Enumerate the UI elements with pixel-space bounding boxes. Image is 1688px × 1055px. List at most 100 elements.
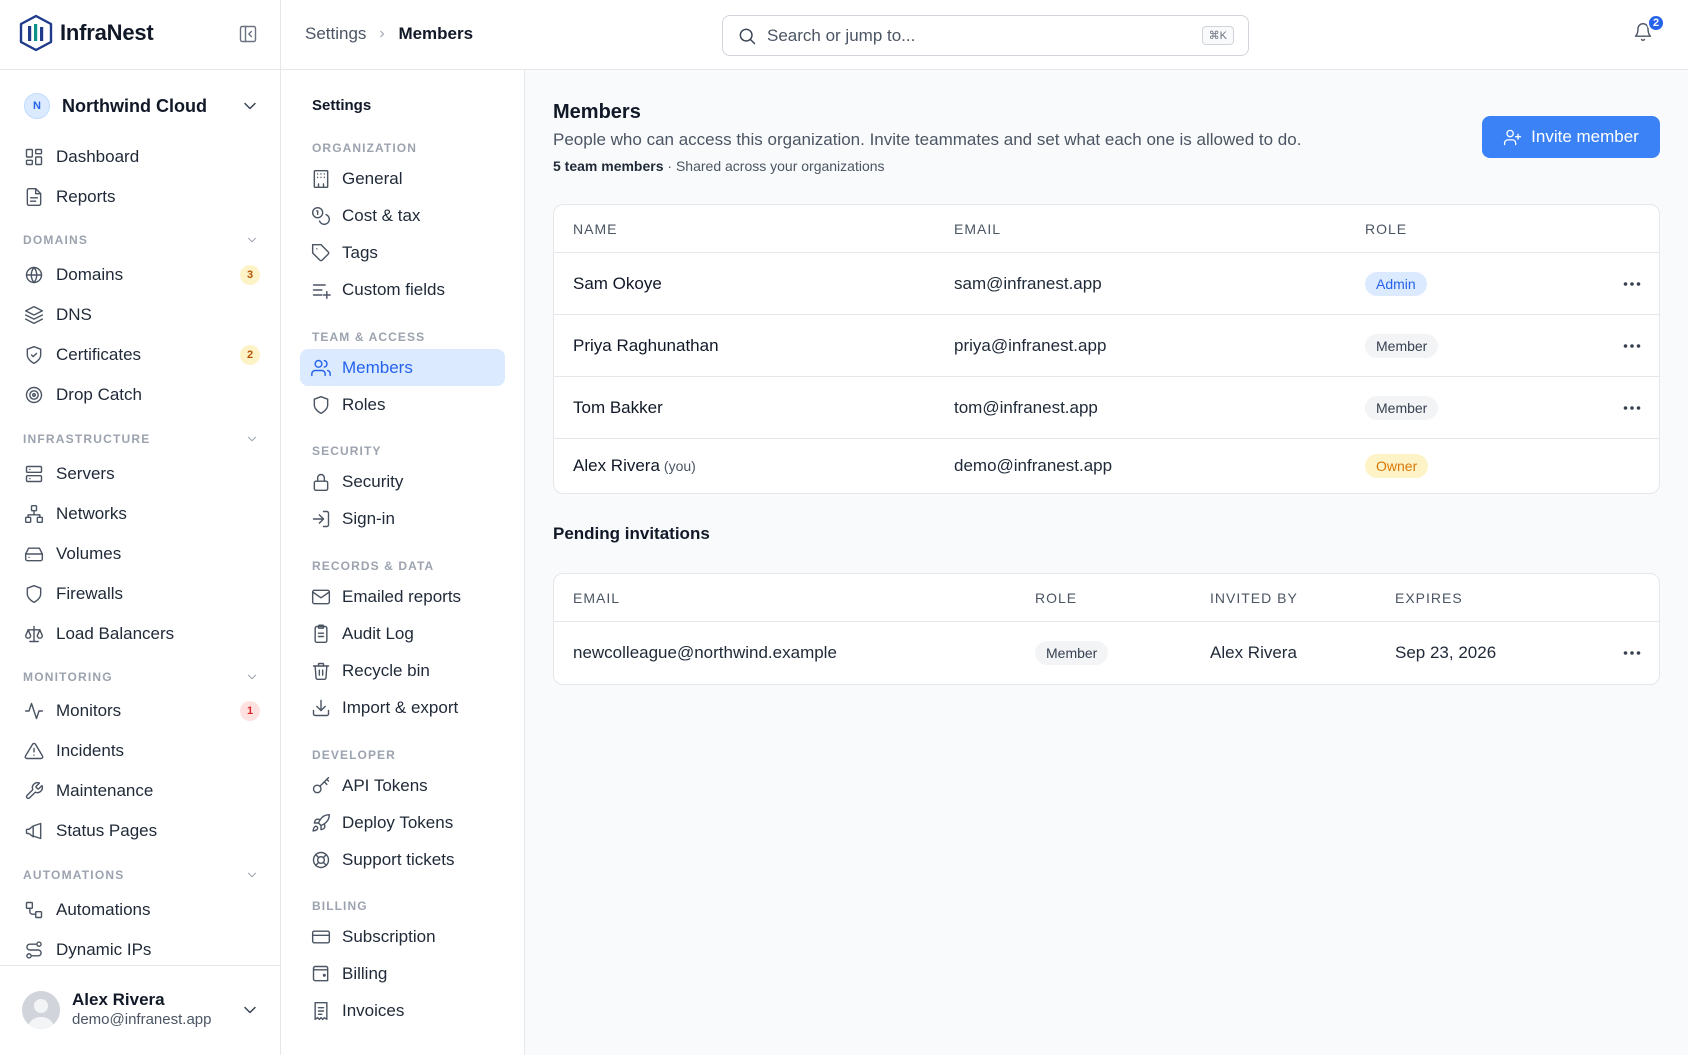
scale-icon [24, 625, 44, 643]
row-actions-button[interactable] [1620, 272, 1644, 296]
nav-item-automations[interactable]: Automations [24, 894, 260, 926]
network-icon [24, 504, 44, 524]
page-description: People who can access this organization.… [553, 130, 1302, 149]
row-actions-button[interactable] [1620, 396, 1644, 420]
settings-item-general[interactable]: General [300, 160, 505, 197]
globe-icon [25, 266, 43, 284]
route-icon [26, 941, 42, 959]
settings-item-cost-tax[interactable]: Cost & tax [300, 197, 505, 234]
table-row[interactable]: Sam Okoye sam@infranest.app Admin [554, 253, 1659, 315]
settings-item-billing[interactable]: Billing [300, 955, 505, 992]
column-header-role[interactable]: ROLE [1365, 221, 1407, 237]
invited-by: Alex Rivera [1210, 643, 1297, 662]
settings-item-audit-log[interactable]: Audit Log [300, 615, 505, 652]
settings-item-deploy-tokens[interactable]: Deploy Tokens [300, 804, 505, 841]
nav-item-firewalls[interactable]: Firewalls [24, 578, 260, 610]
members-table: NAME EMAIL ROLE Sam Okoye sam@infranest.… [553, 204, 1660, 494]
member-email: demo@infranest.app [954, 456, 1113, 475]
settings-item-label: Roles [342, 394, 386, 414]
settings-item-roles[interactable]: Roles [300, 386, 505, 423]
search-shortcut: ⌘K [1201, 26, 1234, 45]
table-row[interactable]: Tom Bakker tom@infranest.app Member [554, 377, 1659, 439]
settings-item-tags[interactable]: Tags [300, 234, 505, 271]
settings-item-security[interactable]: Security [300, 463, 505, 500]
nav-item-reports[interactable]: Reports [24, 181, 260, 213]
members-count: 5 team members [553, 158, 664, 174]
settings-item-api-tokens[interactable]: API Tokens [300, 767, 505, 804]
nav-section-automations[interactable]: AUTOMATIONS [23, 866, 259, 884]
brand[interactable]: InfraNest [18, 14, 154, 52]
nav-item-domains[interactable]: Domains 3 [24, 259, 260, 291]
nav-item-volumes[interactable]: Volumes [24, 538, 260, 570]
nav-section-monitoring[interactable]: MONITORING [23, 668, 259, 686]
settings-item-sign-in[interactable]: Sign-in [300, 500, 505, 537]
settings-item-support-tickets[interactable]: Support tickets [300, 841, 505, 878]
nav-item-drop-catch[interactable]: Drop Catch [24, 379, 260, 411]
settings-item-members[interactable]: Members [300, 349, 505, 386]
users-icon [311, 359, 331, 376]
mail-icon [311, 589, 331, 604]
settings-item-label: Audit Log [342, 623, 414, 643]
settings-item-import-export[interactable]: Import & export [300, 689, 505, 726]
nav-item-load-balancers[interactable]: Load Balancers [24, 618, 260, 650]
nav-item-monitors[interactable]: Monitors 1 [24, 695, 260, 727]
settings-item-emailed-reports[interactable]: Emailed reports [300, 578, 505, 615]
table-row[interactable]: Priya Raghunathan priya@infranest.app Me… [554, 315, 1659, 377]
settings-item-label: Billing [342, 963, 388, 983]
divider [0, 69, 280, 70]
nav-section-label: DOMAINS [23, 233, 89, 247]
settings-item-label: Members [342, 357, 413, 377]
nav-label: Load Balancers [56, 624, 175, 643]
divider [0, 965, 280, 966]
settings-item-recycle-bin[interactable]: Recycle bin [300, 652, 505, 689]
more-horizontal-icon [1623, 282, 1641, 286]
nav-item-dynamic-ips[interactable]: Dynamic IPs [24, 934, 260, 966]
role-badge: Member [1365, 396, 1439, 420]
settings-item-label: Custom fields [342, 279, 445, 299]
nav-label: Servers [56, 464, 115, 483]
settings-item-invoices[interactable]: Invoices [300, 992, 505, 1029]
search-input[interactable]: Search or jump to... ⌘K [722, 15, 1249, 56]
page-title: Members [553, 101, 641, 123]
settings-item-custom-fields[interactable]: Custom fields [300, 271, 505, 308]
breadcrumb-settings[interactable]: Settings [305, 24, 366, 44]
column-header-email[interactable]: EMAIL [954, 221, 1001, 237]
collapse-sidebar-button[interactable] [238, 24, 258, 44]
row-actions-button[interactable] [1620, 641, 1644, 665]
members-summary-rest: · Shared across your organizations [667, 158, 885, 174]
chevron-right-icon [380, 30, 385, 38]
column-header-invited-by[interactable]: INVITED BY [1210, 590, 1298, 606]
nav-item-maintenance[interactable]: Maintenance [24, 775, 260, 807]
column-header-email[interactable]: EMAIL [573, 590, 620, 606]
settings-item-subscription[interactable]: Subscription [300, 918, 505, 955]
user-menu[interactable]: Alex Rivera demo@infranest.app [22, 986, 260, 1034]
settings-item-label: Cost & tax [342, 205, 421, 225]
nav-label: Domains [56, 265, 124, 284]
nav-item-dashboard[interactable]: Dashboard [24, 141, 260, 173]
reports-icon [26, 187, 42, 207]
nav-item-dns[interactable]: DNS [24, 299, 260, 331]
invite-member-button[interactable]: Invite member [1482, 116, 1660, 158]
table-row[interactable]: newcolleague@northwind.example Member Al… [554, 622, 1659, 684]
nav-item-servers[interactable]: Servers [24, 458, 260, 490]
table-row[interactable]: Alex Rivera (you) demo@infranest.app Owne… [554, 439, 1659, 493]
list-plus-icon [312, 283, 331, 299]
nav-label: Certificates [56, 345, 142, 364]
credit-card-icon [311, 929, 331, 944]
org-switcher[interactable]: N Northwind Cloud [24, 92, 260, 120]
nav-section-infrastructure[interactable]: INFRASTRUCTURE [23, 430, 259, 448]
column-header-expires[interactable]: EXPIRES [1395, 590, 1463, 606]
chevron-down-icon [248, 872, 256, 878]
nav-item-certificates[interactable]: Certificates 2 [24, 339, 260, 371]
row-actions-button[interactable] [1620, 334, 1644, 358]
breadcrumb: Settings Members [305, 24, 473, 44]
nav-item-incidents[interactable]: Incidents [24, 735, 260, 767]
tag-icon [311, 243, 330, 261]
column-header-role[interactable]: ROLE [1035, 590, 1077, 606]
drive-icon [24, 547, 44, 562]
nav-item-networks[interactable]: Networks [24, 498, 260, 530]
column-header-name[interactable]: NAME [573, 221, 617, 237]
members-page: Members People who can access this organ… [525, 70, 1688, 1055]
nav-section-domains[interactable]: DOMAINS [23, 231, 259, 249]
nav-item-status-pages[interactable]: Status Pages [24, 815, 260, 847]
